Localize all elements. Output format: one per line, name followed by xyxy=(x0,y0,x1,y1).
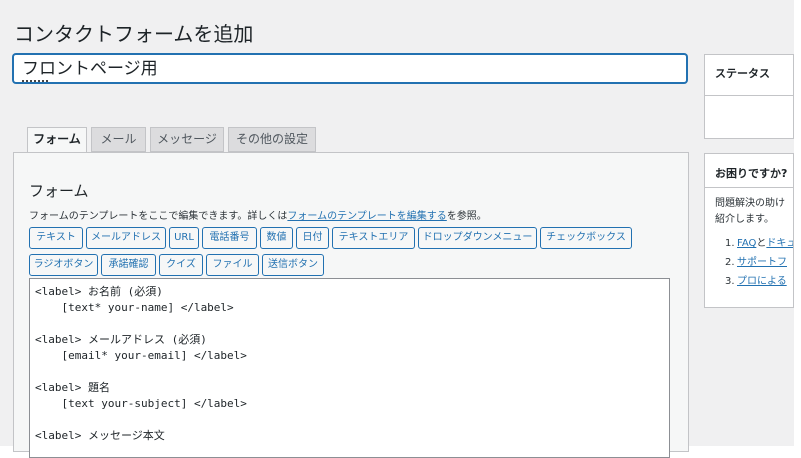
tab-messages[interactable]: メッセージ xyxy=(150,127,224,152)
help-box: お困りですか? 問題解決の助け 紹介します。 1. FAQとドキュ 2. サポートフ… xyxy=(704,153,794,308)
form-panel: フォーム フォームのテンプレートをここで編集できます。詳しくはフォームのテンプレ… xyxy=(13,152,689,458)
contact-form-title-input[interactable]: フロントページ用 xyxy=(13,54,687,83)
help-text-line-2: 紹介します。 xyxy=(715,214,774,225)
status-box-divider xyxy=(705,95,793,96)
help-list-item: 3. プロによる xyxy=(725,272,793,291)
tag-button-file[interactable]: ファイル xyxy=(206,254,259,276)
title-input-value: フロントページ用 xyxy=(22,59,158,79)
support-forum-link[interactable]: サポートフ xyxy=(737,257,787,268)
status-box: ステータス xyxy=(704,54,794,139)
form-template-editor[interactable]: <label> お名前 (必須) [text* your-name] </lab… xyxy=(29,278,670,458)
tab-form[interactable]: フォーム xyxy=(27,127,87,153)
form-panel-heading: フォーム xyxy=(29,182,89,200)
tag-button-acceptance[interactable]: 承諾確認 xyxy=(101,254,156,276)
help-item-number: 2. xyxy=(725,257,735,268)
status-box-title: ステータス xyxy=(715,67,770,80)
tag-button-dropdown[interactable]: ドロップダウンメニュー xyxy=(418,227,537,249)
tag-button-quiz[interactable]: クイズ xyxy=(159,254,203,276)
faq-link[interactable]: FAQ xyxy=(737,238,756,249)
tag-button-submit[interactable]: 送信ボタン xyxy=(262,254,324,276)
help-item-number: 3. xyxy=(725,276,735,287)
tag-button-url[interactable]: URL xyxy=(169,227,199,249)
form-panel-description: フォームのテンプレートをここで編集できます。詳しくはフォームのテンプレートを編集… xyxy=(29,207,487,222)
help-box-text: 問題解決の助け 紹介します。 xyxy=(715,196,785,228)
tag-button-radio[interactable]: ラジオボタン xyxy=(29,254,98,276)
description-suffix: を参照。 xyxy=(446,211,487,222)
pro-services-link[interactable]: プロによる xyxy=(737,276,787,287)
tag-button-text[interactable]: テキスト xyxy=(29,227,83,249)
docs-link[interactable]: ドキュ xyxy=(766,238,793,249)
help-item-separator: と xyxy=(756,238,767,249)
tag-button-textarea[interactable]: テキストエリア xyxy=(332,227,415,249)
spellcheck-underline xyxy=(22,80,48,82)
help-list-item: 1. FAQとドキュ xyxy=(725,234,793,253)
help-list-item: 2. サポートフ xyxy=(725,253,793,272)
tag-button-email[interactable]: メールアドレス xyxy=(86,227,166,249)
help-links-list: 1. FAQとドキュ 2. サポートフ 3. プロによる xyxy=(725,234,793,291)
form-template-help-link[interactable]: フォームのテンプレートを編集する xyxy=(287,211,446,222)
tag-button-checkbox[interactable]: チェックボックス xyxy=(540,227,632,249)
tab-mail[interactable]: メール xyxy=(91,127,146,152)
tab-additional-settings[interactable]: その他の設定 xyxy=(228,127,316,152)
page-title: コンタクトフォームを追加 xyxy=(14,22,254,46)
help-item-number: 1. xyxy=(725,238,735,249)
help-box-title: お困りですか? xyxy=(715,167,788,180)
tag-button-tel[interactable]: 電話番号 xyxy=(202,227,257,249)
help-box-divider xyxy=(705,187,793,188)
tag-button-date[interactable]: 日付 xyxy=(296,227,329,249)
help-text-line-1: 問題解決の助け xyxy=(715,198,785,209)
description-text: フォームのテンプレートをここで編集できます。詳しくは xyxy=(29,211,288,222)
tag-button-number[interactable]: 数値 xyxy=(260,227,293,249)
screen: コンタクトフォームを追加 フロントページ用 フォーム メール メッセージ その他… xyxy=(0,0,801,458)
